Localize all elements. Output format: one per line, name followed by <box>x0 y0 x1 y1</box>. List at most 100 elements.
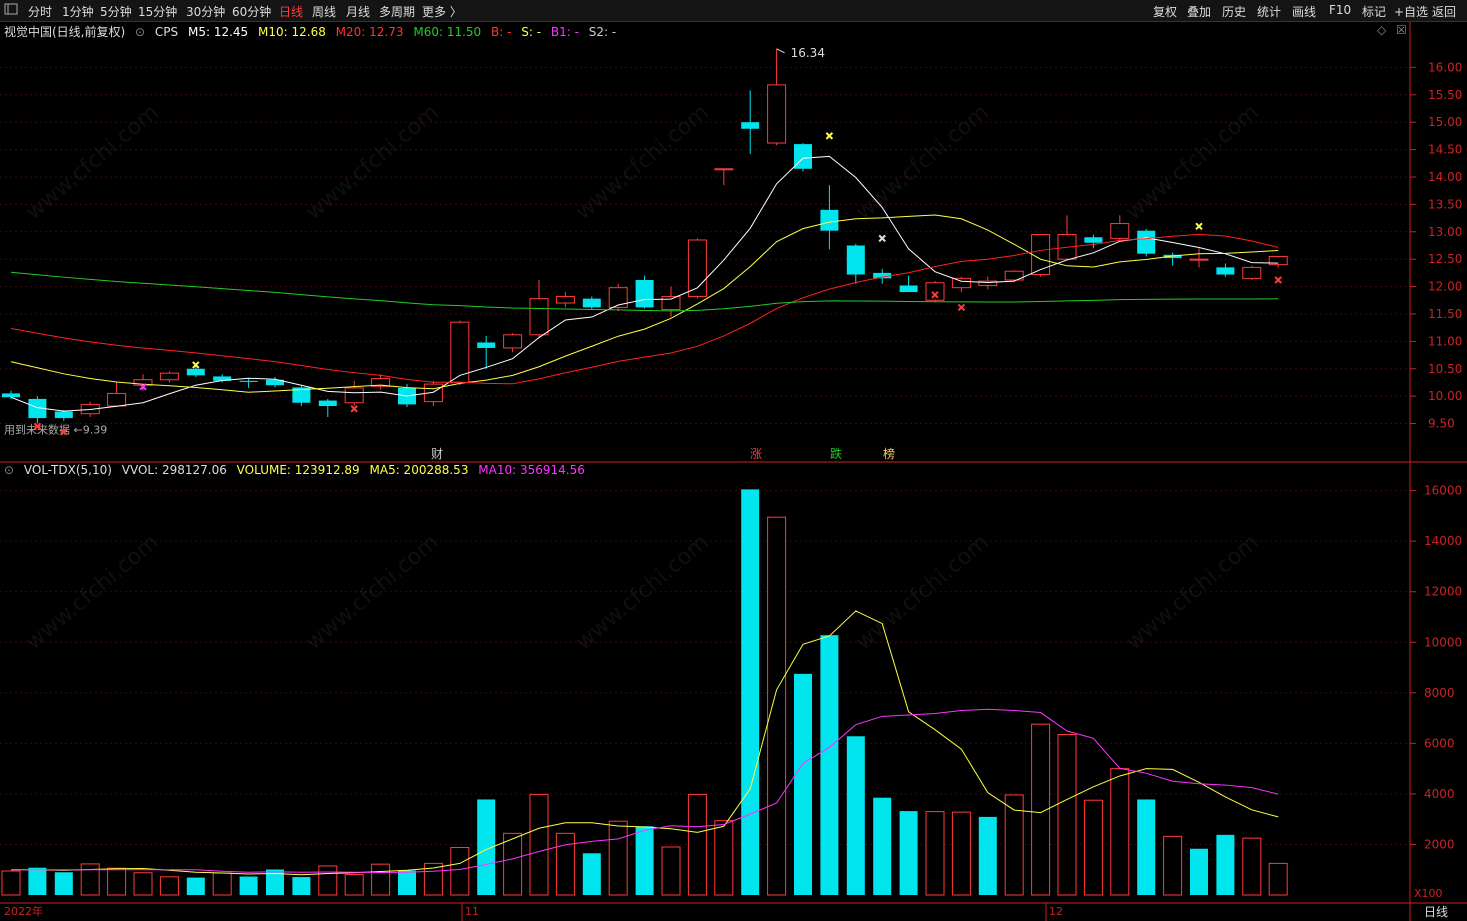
candle-body <box>925 282 945 301</box>
volume-bar <box>344 874 364 896</box>
candle-body <box>899 285 918 293</box>
candle-body <box>608 287 628 308</box>
signal-mark <box>1195 222 1203 231</box>
candle-body <box>2 393 20 398</box>
candle-body <box>1137 230 1156 254</box>
volume-bar <box>555 832 575 896</box>
volume-tick-label: 10000 <box>1424 635 1462 649</box>
candle-body <box>159 372 179 381</box>
candle-body <box>1189 258 1209 261</box>
high-price-label: 16.34 <box>791 46 825 60</box>
volume-bar <box>1083 799 1103 896</box>
ma20-line <box>10 233 1279 385</box>
candle-body <box>54 411 73 419</box>
volume-bar <box>1190 848 1208 895</box>
candle-body <box>477 342 496 348</box>
period-label: 日线 <box>1424 905 1448 919</box>
kline-chart[interactable]: 9.50 10.00 10.50 11.00 11.50 12.00 12.50 13.00 1… <box>0 0 1467 921</box>
candle-body <box>344 387 364 404</box>
candle-body <box>951 277 971 289</box>
volume-bar <box>635 826 654 895</box>
event-marker-2: 跌 <box>830 446 842 461</box>
price-tick-label: 16.00 <box>1428 60 1462 74</box>
volume-bar <box>54 872 73 895</box>
volume-bar <box>212 872 232 896</box>
volume-bar <box>582 853 601 895</box>
volume-tick-label: 2000 <box>1424 837 1455 851</box>
volume-bar <box>846 736 865 895</box>
signal-mark <box>878 234 886 243</box>
volume-bar <box>239 876 258 895</box>
candle-body <box>846 245 865 275</box>
volume-bar <box>1057 734 1077 896</box>
price-tick-label: 15.50 <box>1428 88 1462 102</box>
candle-body <box>1084 237 1103 243</box>
price-tick-label: 11.00 <box>1428 334 1462 348</box>
volume-bar <box>714 820 734 896</box>
volume-tick-label: 4000 <box>1424 787 1455 801</box>
price-tick-label: 14.00 <box>1428 170 1462 184</box>
volume-bar <box>450 846 470 896</box>
signal-mark <box>350 405 358 413</box>
low-price-label: 用到未来数据 ←9.39 <box>4 423 107 437</box>
candle-body <box>1242 266 1262 279</box>
event-marker-3: 榜 <box>883 446 895 461</box>
volume-bar <box>28 867 47 895</box>
volume-bar <box>159 876 179 896</box>
candle-body <box>661 295 681 311</box>
volume-bar <box>687 793 707 896</box>
volume-bar <box>1110 768 1130 896</box>
volume-bar <box>925 811 945 896</box>
volume-bar <box>978 816 997 895</box>
volume-bar <box>186 877 205 895</box>
volume-bar <box>1 870 21 896</box>
price-tick-label: 12.50 <box>1428 252 1462 266</box>
volume-bar <box>1268 862 1288 896</box>
volume-bar <box>1137 799 1156 895</box>
volume-bar <box>503 832 523 896</box>
x-axis-label: 11 <box>465 905 479 918</box>
candle-body <box>767 84 787 144</box>
volume-bar <box>529 793 549 896</box>
price-tick-label: 11.50 <box>1428 307 1462 321</box>
event-marker-0: 财 <box>431 447 443 461</box>
candle-body <box>794 144 812 169</box>
volume-tick-label: 12000 <box>1424 585 1462 599</box>
price-tick-label: 15.00 <box>1428 115 1462 129</box>
candle-body <box>1216 267 1235 275</box>
candle-body <box>1031 234 1051 276</box>
volume-bar <box>292 877 311 895</box>
volume-bar <box>899 811 918 895</box>
candle-body <box>239 380 258 382</box>
x-axis-label: 12 <box>1049 905 1063 918</box>
signal-mark <box>825 132 834 140</box>
candle-body <box>714 168 734 171</box>
volume-bar <box>398 870 416 895</box>
volume-bar <box>1242 837 1262 896</box>
volume-tick-label: 14000 <box>1424 534 1462 548</box>
candle-body <box>635 280 654 308</box>
signal-mark <box>1274 276 1282 284</box>
high-pointer <box>776 48 785 54</box>
volume-tick-label: 6000 <box>1424 736 1455 750</box>
volume-bar <box>767 516 787 896</box>
volume-bar <box>318 865 338 896</box>
candle-body <box>741 122 760 129</box>
price-tick-label: 13.00 <box>1428 225 1462 239</box>
volume-bar <box>661 846 681 896</box>
price-tick-label: 12.00 <box>1428 280 1462 294</box>
volume-bar <box>1163 835 1183 896</box>
candle-body <box>318 400 337 407</box>
candle-body <box>582 298 601 308</box>
price-tick-label: 14.50 <box>1428 143 1462 157</box>
x-axis-label: 2022年 <box>4 904 43 918</box>
volume-tick-label: 16000 <box>1424 484 1462 498</box>
candle-body <box>1110 223 1130 239</box>
volume-bar <box>371 863 391 896</box>
volume-tick-label: 8000 <box>1424 686 1455 700</box>
candle-body <box>107 392 127 407</box>
candle-body <box>186 368 205 376</box>
signal-mark <box>957 303 966 312</box>
volume-bar <box>107 867 127 896</box>
candle-body <box>820 209 839 231</box>
